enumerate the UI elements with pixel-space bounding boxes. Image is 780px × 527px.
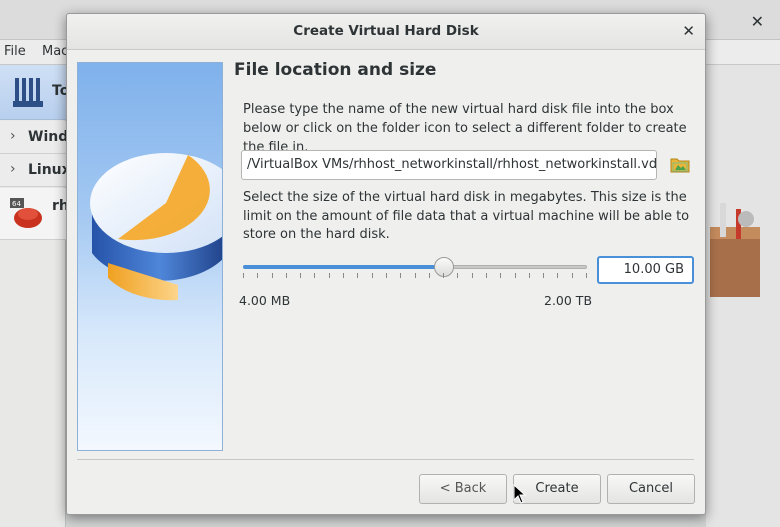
slider-tick <box>386 273 387 278</box>
slider-tick <box>557 273 558 278</box>
slider-tick <box>243 273 244 278</box>
slider-tick <box>486 273 487 278</box>
group-windows[interactable]: › Windo <box>0 121 78 154</box>
toolbox-icon <box>710 203 760 297</box>
background-vm-list: To › Windo › Linux 64 rh <box>0 65 78 527</box>
disk-size-slider[interactable] <box>243 254 587 284</box>
slider-tick <box>443 273 444 278</box>
slider-fill <box>243 265 444 269</box>
slider-min-label: 4.00 MB <box>239 293 291 308</box>
slider-tick <box>314 273 315 278</box>
chevron-right-icon: › <box>10 128 16 144</box>
vm-badge: 64 <box>12 200 21 208</box>
folder-icon[interactable] <box>669 154 691 176</box>
back-button[interactable]: < Back <box>419 474 507 504</box>
disk-size-input[interactable]: 10.00 GB <box>597 256 694 284</box>
group-label: Linux <box>28 162 71 178</box>
slider-tick <box>300 273 301 278</box>
slider-tick <box>286 273 287 278</box>
slider-tick <box>400 273 401 278</box>
slider-tick <box>572 273 573 278</box>
slider-tick <box>529 273 530 278</box>
slider-tick <box>543 273 544 278</box>
close-icon[interactable]: ✕ <box>751 12 764 31</box>
slider-tick <box>415 273 416 278</box>
dialog-titlebar[interactable]: Create Virtual Hard Disk ✕ <box>67 14 705 50</box>
slider-tick <box>343 273 344 278</box>
tools-icon <box>13 78 43 107</box>
size-instructions: Select the size of the virtual hard disk… <box>243 190 690 242</box>
slider-tick <box>586 273 587 278</box>
menu-machine[interactable]: Mac <box>42 44 68 59</box>
button-separator <box>77 459 694 460</box>
mouse-cursor-icon <box>513 484 527 504</box>
slider-tick <box>357 273 358 278</box>
vm-item[interactable]: 64 rh <box>0 188 69 240</box>
tools-row[interactable]: To <box>0 65 69 120</box>
close-icon[interactable]: ✕ <box>682 22 695 40</box>
slider-tick <box>329 273 330 278</box>
file-path-input[interactable]: /VirtualBox VMs/rhhost_networkinstall/rh… <box>241 150 657 180</box>
location-instructions: Please type the name of the new virtual … <box>243 102 687 155</box>
slider-tick <box>257 273 258 278</box>
disk-illustration <box>77 62 223 451</box>
chevron-right-icon: › <box>10 161 16 177</box>
slider-tick <box>472 273 473 278</box>
slider-tick <box>515 273 516 278</box>
cancel-button[interactable]: Cancel <box>607 474 695 504</box>
slider-tick <box>429 273 430 278</box>
slider-thumb[interactable] <box>434 257 454 277</box>
vm-os-icon: 64 <box>10 198 42 228</box>
section-heading: File location and size <box>234 60 437 80</box>
slider-tick <box>457 273 458 278</box>
dialog-title: Create Virtual Hard Disk <box>293 23 479 39</box>
slider-tick <box>500 273 501 278</box>
slider-max-label: 2.00 TB <box>544 293 593 308</box>
slider-tick <box>372 273 373 278</box>
menu-file[interactable]: File <box>4 44 26 59</box>
slider-tick <box>272 273 273 278</box>
create-virtual-hard-disk-dialog: Create Virtual Hard Disk ✕ File location… <box>66 13 706 515</box>
group-linux[interactable]: › Linux <box>0 154 71 187</box>
